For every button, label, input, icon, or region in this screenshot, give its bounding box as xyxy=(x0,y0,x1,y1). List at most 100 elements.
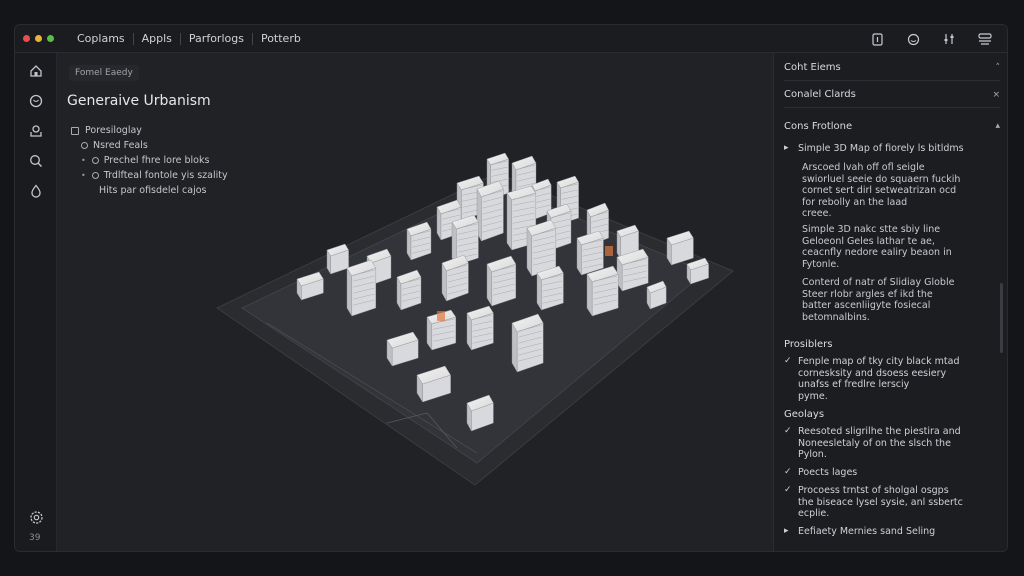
paragraph-line: Geloeonl Geles lathar te ae, xyxy=(802,235,935,247)
highlight-marker xyxy=(605,246,613,256)
sliders-icon[interactable] xyxy=(941,31,957,47)
feature-item-label: Simple 3D Map of fiorely ls bitldms xyxy=(798,143,964,154)
radio-circle-icon[interactable] xyxy=(91,157,99,164)
menu-item-potterb[interactable]: Potterb xyxy=(253,32,309,45)
check-item[interactable]: ✓ Reesoted sligrilhe the piestira and No… xyxy=(784,426,994,461)
layers-icon[interactable] xyxy=(977,31,993,47)
title-bar: Coplams Appls Parforlogs Potterb xyxy=(15,25,1007,53)
page-title: Generaive Urbanism xyxy=(67,93,211,109)
menu-item-appls[interactable]: Appls xyxy=(134,32,180,45)
paragraph-line: Fytonle. xyxy=(802,258,840,270)
tree-item[interactable]: • Prechel fhre lore bloks xyxy=(71,153,228,168)
tree-item-label: Prechel fhre lore bloks xyxy=(103,155,210,166)
check-item-line: Eefiaety Mernies sand Seling xyxy=(798,526,936,537)
breadcrumb[interactable]: Fomel Eaedy xyxy=(69,65,139,81)
collapse-triangle-icon[interactable]: ▴ xyxy=(995,121,1000,131)
titlebar-toolbar xyxy=(869,31,993,47)
minimize-window-button[interactable] xyxy=(35,35,42,42)
check-item[interactable]: ✓ Poects lages xyxy=(784,467,994,479)
checkmark-icon: ✓ xyxy=(784,426,792,436)
check-item-line: Procoess trntst of sholgal osgps xyxy=(798,485,949,496)
building-face xyxy=(346,267,352,317)
checkmark-icon: ✓ xyxy=(784,485,792,495)
bullet-icon: • xyxy=(81,156,86,165)
radio-circle-icon[interactable] xyxy=(91,172,99,179)
check-item-line: Fenple map of tky city black mtad xyxy=(798,356,960,367)
paragraph-line: Simple 3D nakc stte sbiy line xyxy=(802,224,941,235)
tree-item[interactable]: Nsred Feals xyxy=(71,138,228,153)
upload-icon[interactable] xyxy=(28,123,44,139)
document-icon[interactable] xyxy=(869,31,885,47)
building-face xyxy=(351,267,376,317)
check-item-line: cornesksity and dsoess eesiery xyxy=(798,367,947,379)
check-item-line: Noneesletaly of on the slsch the xyxy=(798,437,951,449)
check-item-line: unafss ef fredlre lersciy xyxy=(798,379,910,390)
building-face xyxy=(506,192,512,251)
tree-item[interactable]: • Trdlfteal fontole yis szality xyxy=(71,168,228,183)
radio-circle-icon[interactable] xyxy=(81,142,88,149)
menu-bar: Coplams Appls Parforlogs Potterb xyxy=(69,32,309,45)
check-item-line: ecplie. xyxy=(798,508,830,519)
paragraph-line: cornet sert dirl setweatrizan ocd xyxy=(802,185,957,196)
chat-icon[interactable] xyxy=(28,93,44,109)
building-face xyxy=(526,227,532,277)
building-face xyxy=(481,188,504,242)
arrow-icon: ▸ xyxy=(784,143,789,153)
tree-item-label: Hits par ofisdelel cajos xyxy=(99,185,207,196)
description-paragraph: Arscoed lvah off ofl seigle swiorluel se… xyxy=(802,162,988,220)
group-heading: Prosiblers xyxy=(784,339,833,350)
check-item-line: Pylon. xyxy=(798,449,827,460)
smiley-icon[interactable] xyxy=(905,31,921,47)
description-paragraph: Simple 3D nakc stte sbiy line Geloeonl G… xyxy=(802,224,988,270)
home-icon[interactable] xyxy=(28,63,44,79)
menu-item-parforlogs[interactable]: Parforlogs xyxy=(181,32,252,45)
check-item[interactable]: ▸ Eefiaety Mernies sand Seling xyxy=(784,526,994,538)
section-header[interactable]: Conalel Clards × xyxy=(784,82,1000,108)
paragraph-line: for rebolly an the laad xyxy=(802,196,908,208)
section-header[interactable]: Cons Frotlone ▴ xyxy=(784,113,1000,139)
highlight-marker xyxy=(437,311,445,321)
left-sidebar: 39 xyxy=(15,53,57,551)
paragraph-line: batter ascenliigyte fosiecal xyxy=(802,300,931,311)
tree-item[interactable]: Hits par ofisdelel cajos xyxy=(71,183,228,198)
paragraph-line: Steer rlobr argles ef ikd the xyxy=(802,288,933,300)
checkmark-icon: ✓ xyxy=(784,467,792,477)
close-window-button[interactable] xyxy=(23,35,30,42)
paragraph-line: Conterd of natr of Slidiay Globle xyxy=(802,277,955,288)
paragraph-line: creee. xyxy=(802,208,832,219)
chevron-up-icon[interactable]: ˄ xyxy=(996,63,1001,73)
paragraph-line: Arscoed lvah off ofl seigle xyxy=(802,162,925,173)
group-heading: Geolays xyxy=(784,409,825,420)
tree-item[interactable]: Poresiloglay xyxy=(71,123,228,138)
tree-item-label: Nsred Feals xyxy=(93,140,148,151)
bullet-icon: • xyxy=(81,171,86,180)
panel-scrollbar[interactable] xyxy=(1000,283,1003,353)
menu-item-coplams[interactable]: Coplams xyxy=(69,32,133,45)
section-title: Cons Frotlone xyxy=(784,120,853,132)
version-label: 39 xyxy=(29,533,41,543)
check-item[interactable]: ✓ Fenple map of tky city black mtad corn… xyxy=(784,356,994,402)
maximize-window-button[interactable] xyxy=(47,35,54,42)
check-item[interactable]: ✓ Procoess trntst of sholgal osgps the b… xyxy=(784,485,994,520)
section-title: Coht Eiems xyxy=(784,62,841,73)
checkbox[interactable] xyxy=(71,126,79,135)
search-icon[interactable] xyxy=(28,153,44,169)
paragraph-line: swiorluel seeie do squaern fuckih xyxy=(802,173,961,185)
tree-item-label: Poresiloglay xyxy=(85,125,142,136)
window-controls xyxy=(15,35,63,42)
settings-icon[interactable] xyxy=(28,509,44,525)
check-item-line: Reesoted sligrilhe the piestira and xyxy=(798,426,961,437)
tree-item-label: Trdlfteal fontole yis szality xyxy=(103,170,228,181)
arrow-icon: ▸ xyxy=(784,526,789,536)
feature-item[interactable]: ▸ Simple 3D Map of fiorely ls bitldms xyxy=(784,143,994,155)
section-title: Conalel Clards xyxy=(784,89,856,100)
check-item-line: Poects lages xyxy=(798,467,858,478)
app-window: Coplams Appls Parforlogs Potterb 39 Fome… xyxy=(14,24,1008,552)
close-icon[interactable]: × xyxy=(992,90,1000,100)
drop-icon[interactable] xyxy=(28,183,44,199)
description-paragraph: Conterd of natr of Slidiay Globle Steer … xyxy=(802,277,988,323)
main-canvas: Fomel Eaedy Generaive Urbanism Poresilog… xyxy=(57,53,773,551)
section-header[interactable]: Coht Eiems ˄ xyxy=(784,55,1000,81)
check-item-line: the biseace lysel sysie, anl ssbertc xyxy=(798,496,963,508)
paragraph-line: ceacnfly nedore ealiry beaon in xyxy=(802,247,952,258)
